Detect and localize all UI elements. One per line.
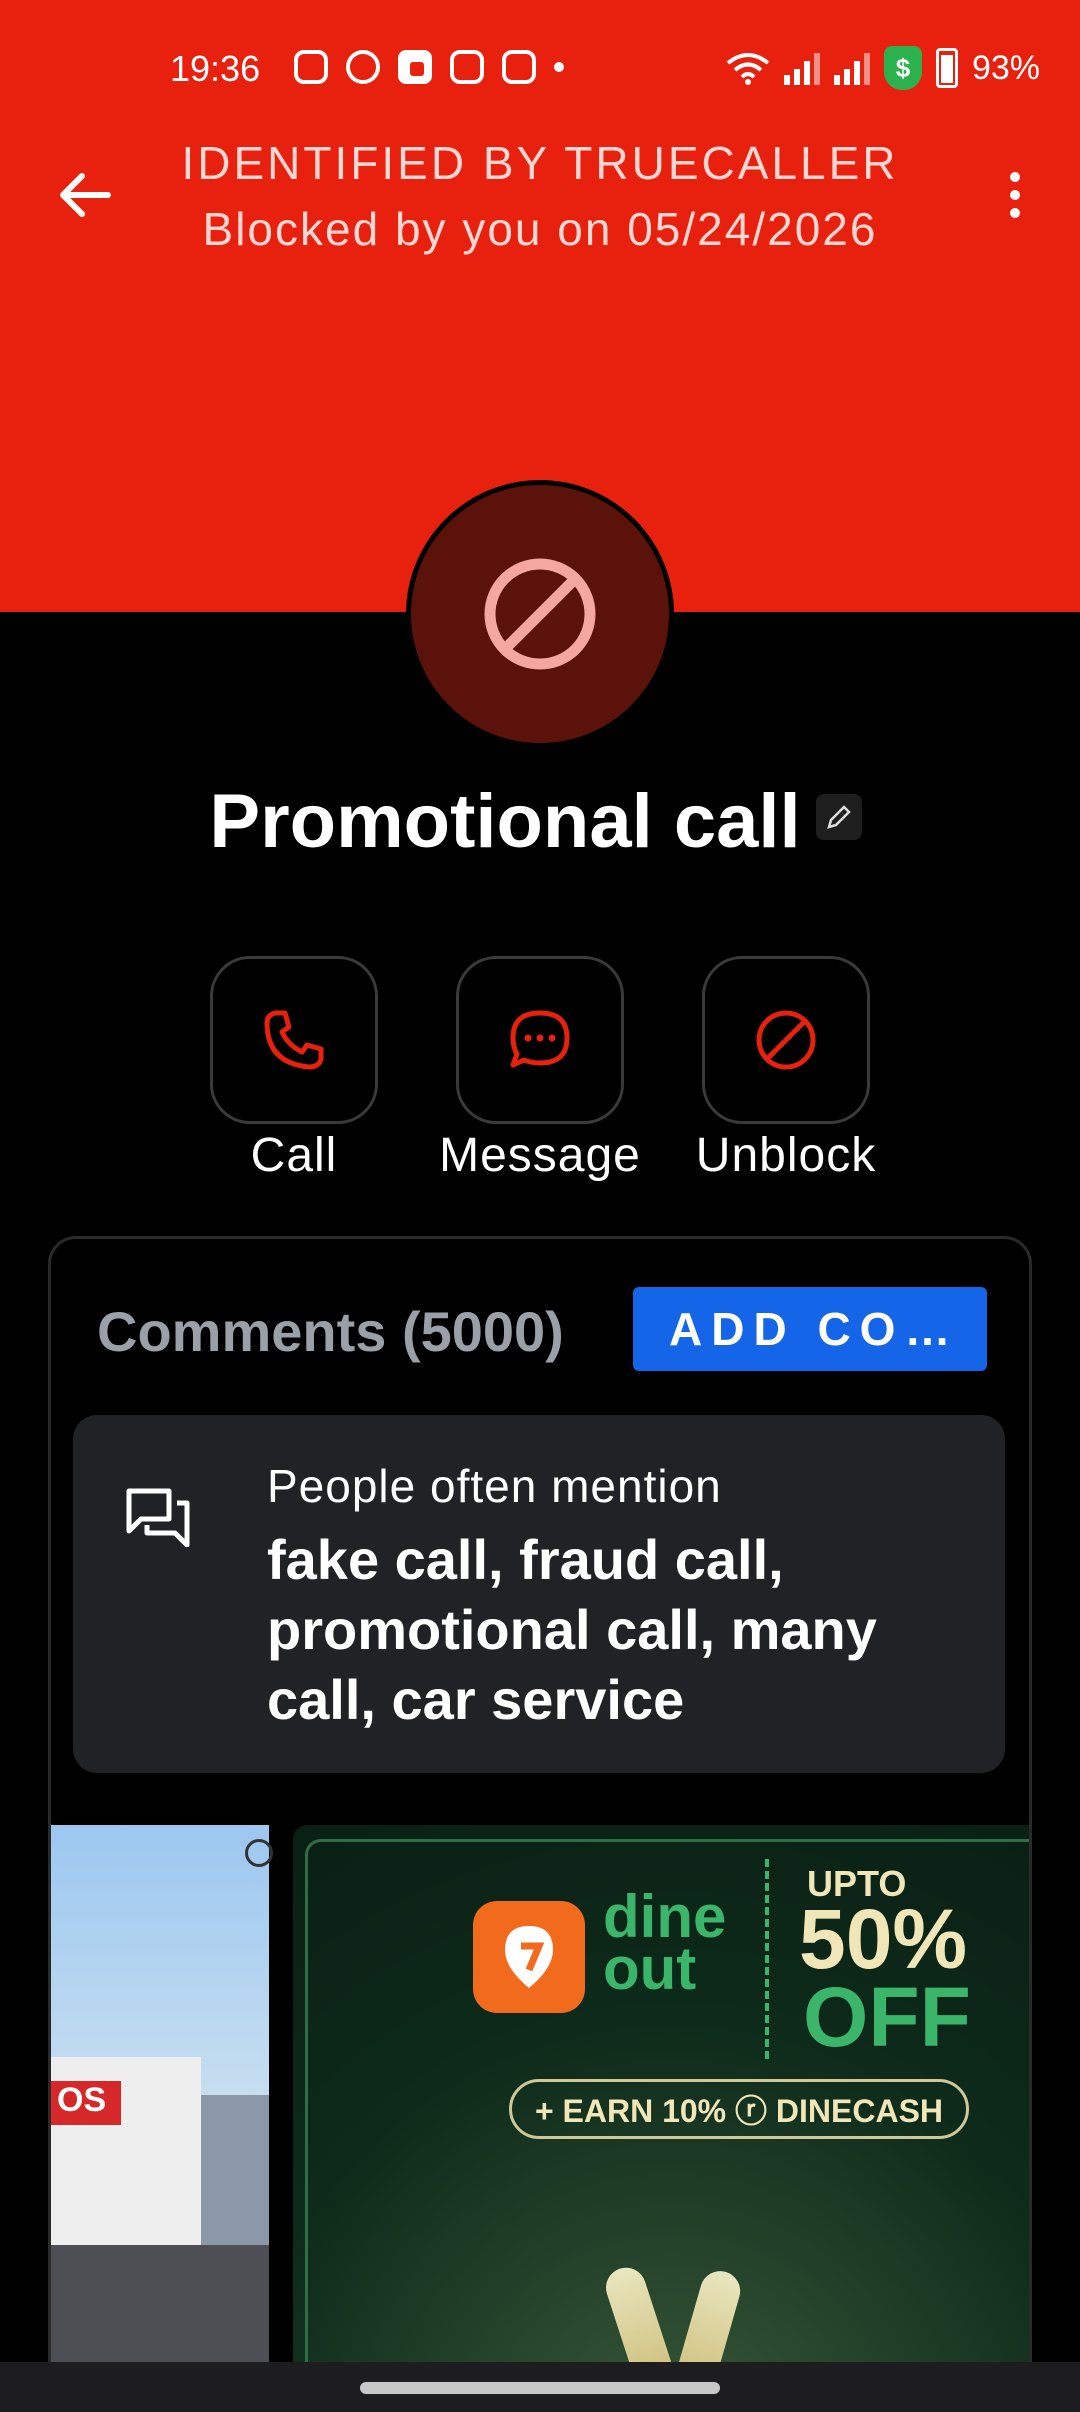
message-label: Message — [439, 1129, 641, 1182]
status-time: 19:36 — [170, 48, 261, 89]
ad-close-icon[interactable] — [245, 1839, 273, 1867]
contact-name: Promotional call — [209, 779, 801, 864]
security-shield-icon: $ — [883, 46, 922, 90]
call-button[interactable]: Call — [210, 956, 378, 1182]
identified-label: IDENTIFIED BY TRUECALLER — [181, 137, 899, 189]
message-action-box[interactable] — [456, 956, 624, 1124]
forum-icon — [126, 1488, 190, 1547]
ad-card-left[interactable]: OS — [51, 1825, 269, 2412]
mention-keywords: fake call, fraud call, promotional call,… — [267, 1528, 877, 1731]
navigation-bar — [0, 2362, 1080, 2412]
shopping-bag-icon — [398, 50, 432, 84]
unblock-action-box[interactable] — [702, 956, 870, 1124]
signal-roaming-icon — [833, 51, 870, 85]
ad-sign-text: OS — [51, 2081, 121, 2125]
ad-discount-percent: 50% — [799, 1892, 968, 1986]
home-gesture-handle[interactable] — [360, 2382, 720, 2394]
instagram-icon — [450, 50, 484, 84]
battery-percent: 93% — [971, 48, 1040, 87]
instagram-icon — [294, 50, 328, 84]
ad-earn-badge: + EARN 10% ⓡ DINECASH — [509, 2079, 969, 2139]
call-label: Call — [250, 1129, 338, 1182]
block-icon — [484, 558, 596, 670]
block-icon — [756, 1010, 816, 1070]
chat-notification-icon — [346, 50, 380, 84]
signal-icon — [783, 51, 820, 85]
phone-icon — [264, 1010, 324, 1070]
edit-name-button[interactable] — [816, 794, 862, 840]
call-action-box[interactable] — [210, 956, 378, 1124]
status-bar: 19:36 $ 93% — [0, 40, 1080, 100]
chat-bubble-icon — [510, 1010, 570, 1068]
ad-off: OFF — [803, 1970, 971, 2064]
wifi-icon — [726, 53, 770, 85]
dineout-logo-icon — [473, 1901, 585, 2013]
avatar — [406, 480, 674, 748]
comments-card: Comments (5000) ADD CO… People often men… — [48, 1236, 1032, 2412]
ad-card-dineout[interactable]: dine out UPTO 50% OFF + EARN 10% ⓡ DINEC… — [293, 1825, 1029, 2412]
pencil-icon — [827, 805, 851, 829]
add-comment-button[interactable]: ADD CO… — [633, 1287, 987, 1371]
message-button[interactable]: Message — [439, 956, 640, 1182]
system-icons: $ 93% — [726, 46, 1040, 90]
mention-heading: People often mention — [267, 1460, 722, 1512]
more-notifications-dot-icon — [554, 62, 564, 72]
instagram-icon — [502, 50, 536, 84]
unblock-label: Unblock — [695, 1129, 877, 1182]
dineout-brand: dine out — [603, 1883, 727, 2002]
notification-icons — [294, 50, 564, 84]
comments-title: Comments (5000) — [97, 1300, 564, 1363]
blocked-date-label: Blocked by you on 05/24/2026 — [202, 203, 878, 255]
unblock-button[interactable]: Unblock — [696, 956, 875, 1182]
mentions-summary: People often mention fake call, fraud ca… — [73, 1415, 1005, 1773]
more-options-button[interactable] — [980, 160, 1050, 230]
battery-icon — [935, 48, 958, 88]
